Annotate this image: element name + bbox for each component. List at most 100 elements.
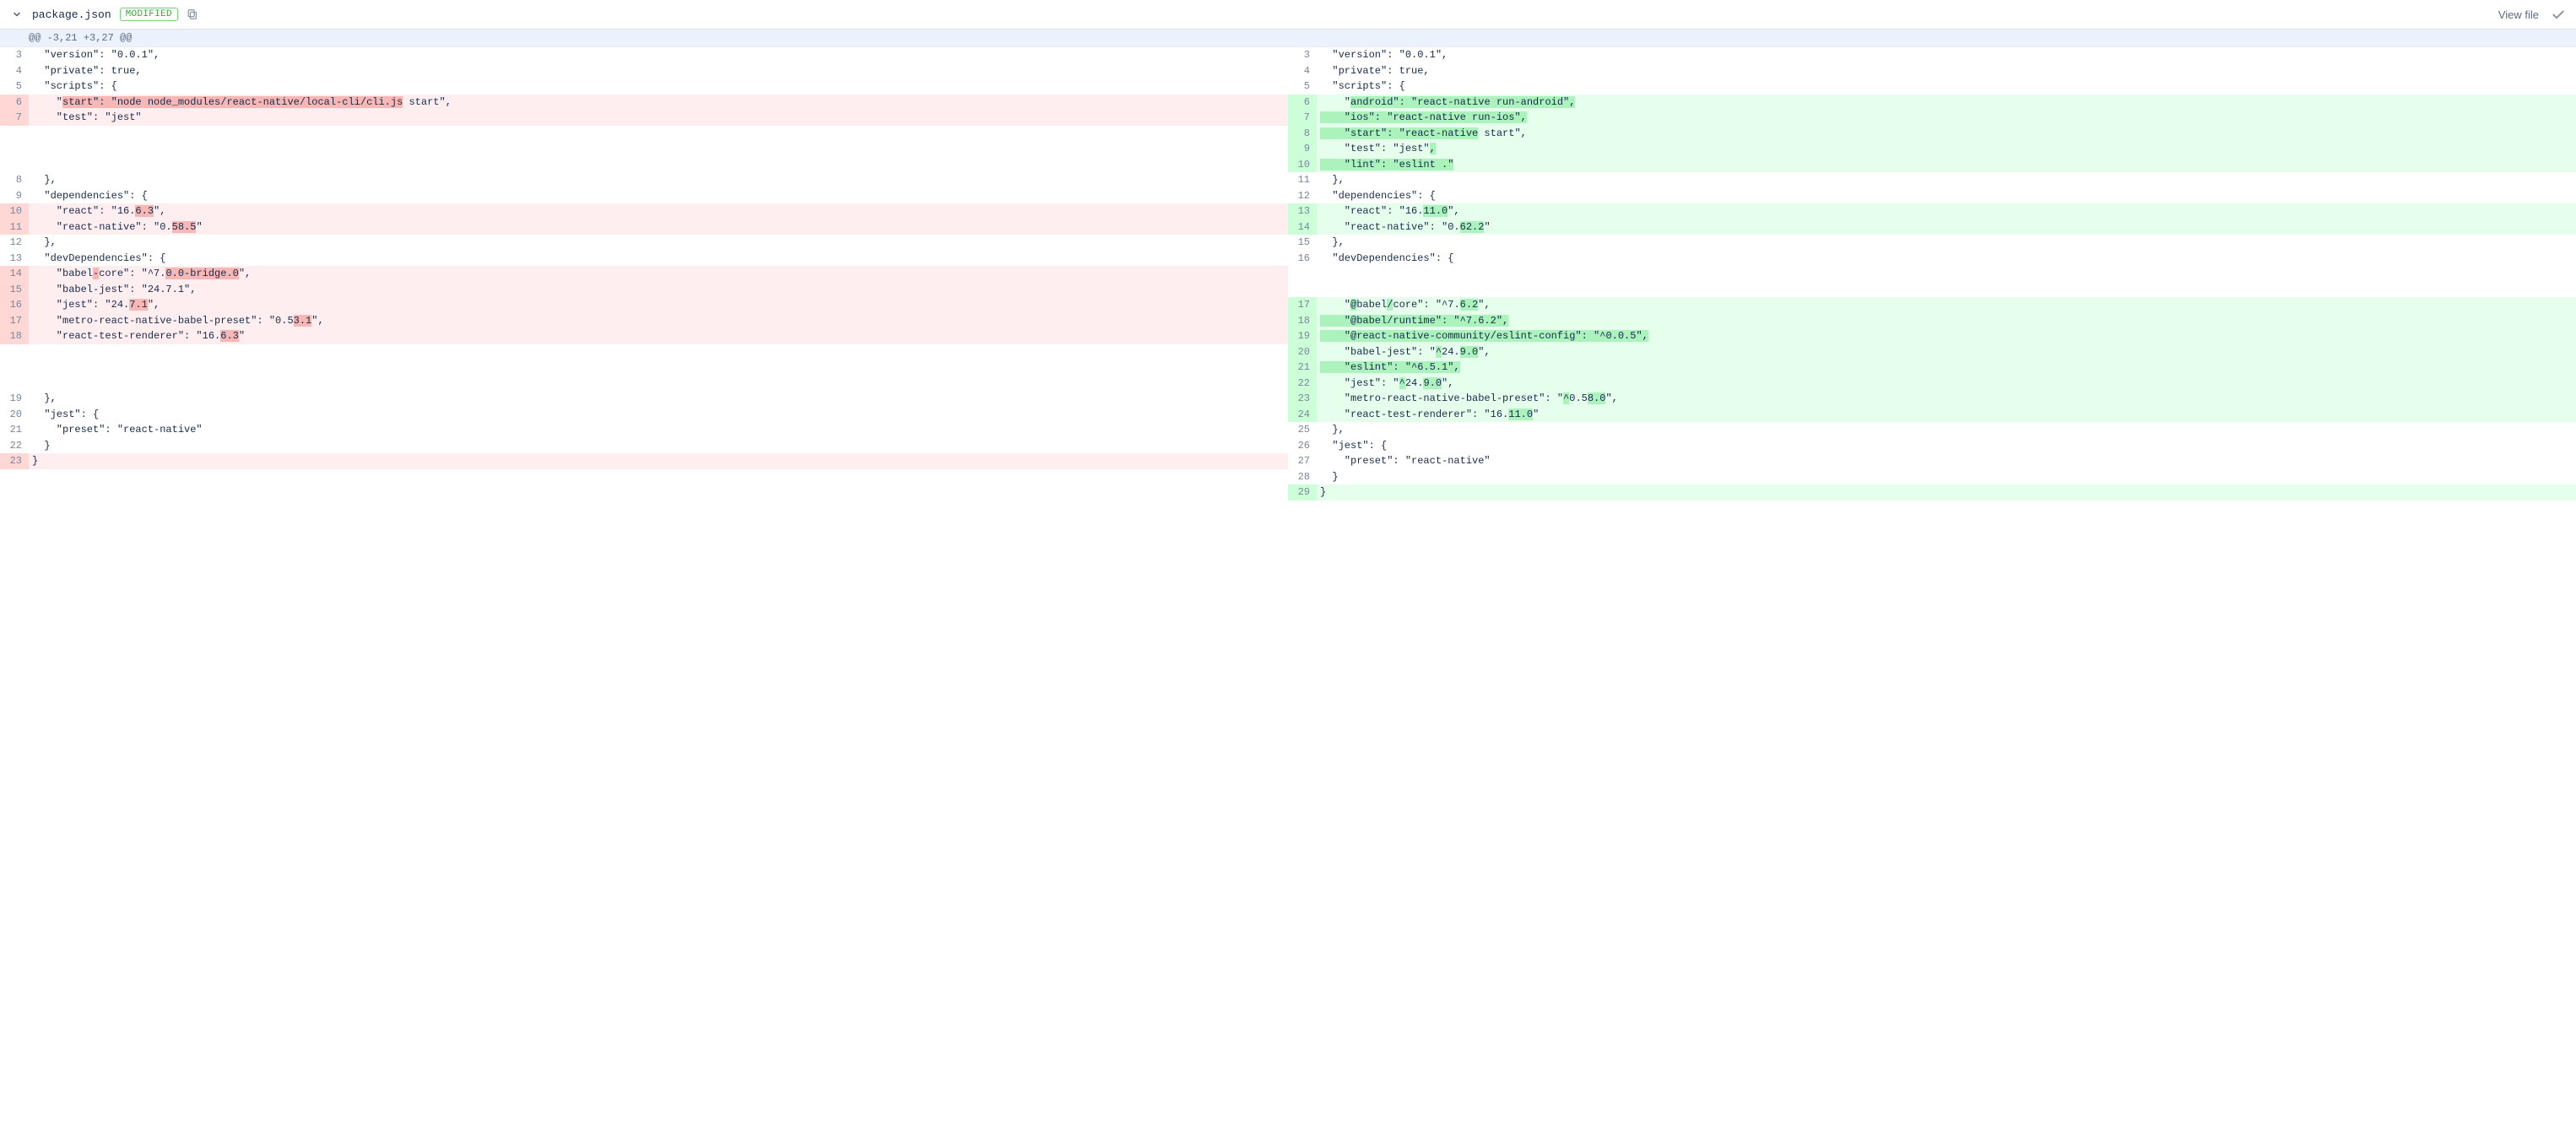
diff-line[interactable] [0, 376, 1288, 392]
line-number [0, 157, 29, 173]
diff-line[interactable]: 3 "version": "0.0.1", [1288, 47, 2576, 63]
diff-line[interactable]: 6 "start": "node node_modules/react-nati… [0, 95, 1288, 111]
line-number: 18 [0, 328, 29, 344]
line-number: 13 [0, 251, 29, 267]
line-code: "version": "0.0.1", [29, 47, 1288, 63]
diff-line[interactable]: 10 "lint": "eslint ." [1288, 157, 2576, 173]
diff-line[interactable]: 5 "scripts": { [1288, 78, 2576, 95]
copy-icon[interactable] [187, 8, 198, 20]
line-code: "dependencies": { [29, 188, 1288, 204]
diff-line[interactable] [0, 141, 1288, 157]
line-number: 12 [1288, 188, 1317, 204]
diff-line[interactable]: 7 "ios": "react-native run-ios", [1288, 110, 2576, 126]
diff-line[interactable]: 9 "test": "jest", [1288, 141, 2576, 157]
line-number: 20 [1288, 344, 1317, 360]
diff-line[interactable]: 29} [1288, 484, 2576, 501]
diff-line[interactable]: 15 "babel-jest": "24.7.1", [0, 282, 1288, 298]
line-number: 21 [1288, 360, 1317, 376]
diff-line[interactable]: 5 "scripts": { [0, 78, 1288, 95]
diff-line[interactable]: 23} [0, 453, 1288, 469]
line-code: "test": "jest", [1317, 141, 2576, 157]
diff-line[interactable]: 13 "react": "16.11.0", [1288, 203, 2576, 219]
diff-line[interactable]: 17 "metro-react-native-babel-preset": "0… [0, 313, 1288, 329]
diff-line[interactable]: 19 "@react-native-community/eslint-confi… [1288, 328, 2576, 344]
line-code: "dependencies": { [1317, 188, 2576, 204]
diff-left-side: 3 "version": "0.0.1",4 "private": true,5… [0, 47, 1288, 501]
line-code: "react-native": "0.62.2" [1317, 219, 2576, 235]
diff-line[interactable]: 15 }, [1288, 235, 2576, 251]
line-number: 24 [1288, 407, 1317, 423]
diff-line[interactable]: 11 }, [1288, 172, 2576, 188]
diff-line[interactable]: 11 "react-native": "0.58.5" [0, 219, 1288, 235]
diff-line[interactable] [1288, 282, 2576, 298]
diff-line[interactable]: 8 "start": "react-native start", [1288, 126, 2576, 142]
line-number: 8 [0, 172, 29, 188]
line-code: }, [1317, 235, 2576, 251]
diff-line[interactable]: 12 }, [0, 235, 1288, 251]
diff-line[interactable]: 8 }, [0, 172, 1288, 188]
diff-line[interactable] [0, 344, 1288, 360]
line-code: "react-native": "0.58.5" [29, 219, 1288, 235]
line-code: "jest": "24.7.1", [29, 297, 1288, 313]
check-icon[interactable] [2551, 7, 2566, 22]
line-number: 3 [1288, 47, 1317, 63]
diff-line[interactable]: 16 "jest": "24.7.1", [0, 297, 1288, 313]
line-code: "test": "jest" [29, 110, 1288, 126]
line-number: 19 [1288, 328, 1317, 344]
line-number: 14 [1288, 219, 1317, 235]
chevron-down-icon[interactable] [10, 8, 24, 21]
diff-line[interactable]: 17 "@babel/core": "^7.6.2", [1288, 297, 2576, 313]
line-code: "react-test-renderer": "16.11.0" [1317, 407, 2576, 423]
diff-line[interactable]: 7 "test": "jest" [0, 110, 1288, 126]
diff-line[interactable]: 22 } [0, 438, 1288, 454]
diff-line[interactable]: 14 "babel-core": "^7.0.0-bridge.0", [0, 266, 1288, 282]
line-code: }, [1317, 172, 2576, 188]
line-number: 8 [1288, 126, 1317, 142]
diff-line[interactable]: 26 "jest": { [1288, 438, 2576, 454]
line-code: "ios": "react-native run-ios", [1317, 110, 2576, 126]
file-name[interactable]: package.json [32, 8, 111, 21]
diff-line[interactable]: 22 "jest": "^24.9.0", [1288, 376, 2576, 392]
diff-line[interactable]: 4 "private": true, [0, 63, 1288, 79]
diff-line[interactable]: 14 "react-native": "0.62.2" [1288, 219, 2576, 235]
line-number: 22 [0, 438, 29, 454]
diff-line[interactable]: 18 "@babel/runtime": "^7.6.2", [1288, 313, 2576, 329]
diff-line[interactable]: 3 "version": "0.0.1", [0, 47, 1288, 63]
diff-line[interactable] [0, 360, 1288, 376]
diff-line[interactable]: 21 "preset": "react-native" [0, 422, 1288, 438]
diff-line[interactable] [0, 157, 1288, 173]
line-number: 11 [0, 219, 29, 235]
line-code: "preset": "react-native" [1317, 453, 2576, 469]
diff-line[interactable]: 10 "react": "16.6.3", [0, 203, 1288, 219]
diff-line[interactable]: 24 "react-test-renderer": "16.11.0" [1288, 407, 2576, 423]
diff-line[interactable]: 20 "babel-jest": "^24.9.0", [1288, 344, 2576, 360]
diff-line[interactable]: 19 }, [0, 391, 1288, 407]
file-header: package.json MODIFIED View file [0, 0, 2576, 30]
diff-line[interactable]: 25 }, [1288, 422, 2576, 438]
diff-line[interactable]: 12 "dependencies": { [1288, 188, 2576, 204]
line-number: 13 [1288, 203, 1317, 219]
line-number: 20 [0, 407, 29, 423]
line-code [29, 157, 1288, 173]
file-header-left: package.json MODIFIED [10, 8, 2498, 21]
diff-line[interactable]: 4 "private": true, [1288, 63, 2576, 79]
diff-line[interactable]: 6 "android": "react-native run-android", [1288, 95, 2576, 111]
view-file-link[interactable]: View file [2498, 8, 2539, 21]
diff-line[interactable]: 20 "jest": { [0, 407, 1288, 423]
line-code: "eslint": "^6.5.1", [1317, 360, 2576, 376]
line-code: "scripts": { [1317, 78, 2576, 95]
diff-line[interactable] [1288, 266, 2576, 282]
diff-line[interactable]: 13 "devDependencies": { [0, 251, 1288, 267]
diff-line[interactable]: 18 "react-test-renderer": "16.6.3" [0, 328, 1288, 344]
diff-line[interactable] [0, 126, 1288, 142]
diff-line[interactable]: 28 } [1288, 469, 2576, 485]
line-code: "jest": { [29, 407, 1288, 423]
diff-line[interactable]: 16 "devDependencies": { [1288, 251, 2576, 267]
line-code: "react": "16.11.0", [1317, 203, 2576, 219]
line-code: "@react-native-community/eslint-config":… [1317, 328, 2576, 344]
diff-line[interactable]: 23 "metro-react-native-babel-preset": "^… [1288, 391, 2576, 407]
diff-line[interactable]: 9 "dependencies": { [0, 188, 1288, 204]
diff-line[interactable]: 27 "preset": "react-native" [1288, 453, 2576, 469]
diff-line[interactable]: 21 "eslint": "^6.5.1", [1288, 360, 2576, 376]
line-code: "start": "node node_modules/react-native… [29, 95, 1288, 111]
